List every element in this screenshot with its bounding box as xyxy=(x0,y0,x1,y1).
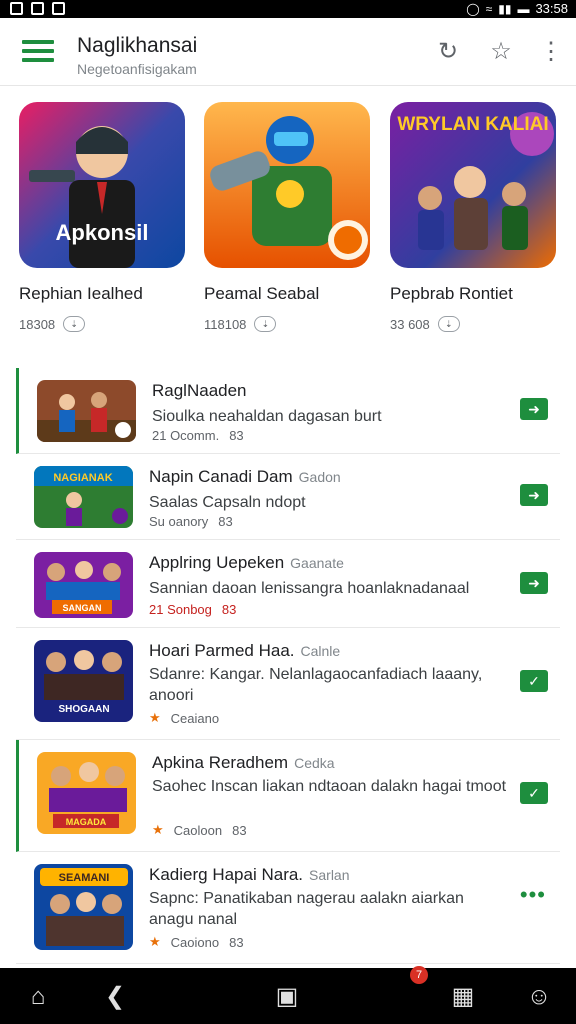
featured-image[interactable]: Apkonsil xyxy=(19,102,185,268)
svg-text:SANGAN: SANGAN xyxy=(62,603,101,613)
app-meta: ★ Caoloon 83 xyxy=(152,822,247,838)
install-arrow-button[interactable]: ➜ xyxy=(520,572,548,594)
app-thumbnail[interactable] xyxy=(37,380,136,442)
list-item[interactable]: SHOGAAN Hoari Parmed Haa. Calnle Sdanre: … xyxy=(16,628,560,740)
app-name: Apkina Reradhem Cedka xyxy=(152,753,335,772)
refresh-icon[interactable]: ↻ xyxy=(434,38,462,66)
app-meta: 21 Ocomm. 83 xyxy=(152,428,244,443)
svg-text:NAGIANAK: NAGIANAK xyxy=(53,472,112,484)
app-description: Sannian daoan lenissangra hoanlaknadanaa… xyxy=(149,580,470,597)
featured-meta: 118108 ⇣ xyxy=(204,316,372,332)
app-thumbnail[interactable]: SHOGAAN xyxy=(34,640,133,722)
app-description: Sdanre: Kangar. Nelanlagaocanfadiach laa… xyxy=(149,666,483,704)
list-item[interactable]: MAGADA Apkina Reradhem Cedka Saohec Insca… xyxy=(16,740,560,852)
app-thumbnail[interactable]: SANGAN xyxy=(34,552,133,618)
app-name: RaglNaaden xyxy=(152,381,247,400)
notification-badge: 7 xyxy=(410,966,428,984)
list-item[interactable]: SEAMANI Kadierg Hapai Nara. Sarlan Sapnc:… xyxy=(16,852,560,964)
app-name: Kadierg Hapai Nara. Sarlan xyxy=(149,865,350,884)
profile-icon[interactable]: ☺ xyxy=(524,982,554,1012)
notification-icon xyxy=(52,2,65,15)
page-title: Naglikhansai xyxy=(77,34,198,57)
app-meta: 21 Sonbog 83 xyxy=(149,602,237,617)
home-icon[interactable]: ⌂ xyxy=(23,982,53,1012)
app-thumbnail[interactable]: MAGADA xyxy=(37,752,136,834)
featured-title: Pepbrab Rontiet xyxy=(390,284,513,303)
download-icon[interactable]: ⇣ xyxy=(437,316,460,332)
more-dots-icon[interactable]: ••• xyxy=(520,882,546,908)
back-icon[interactable]: ❮ xyxy=(100,982,130,1012)
battery-icon: ▬ xyxy=(517,1,530,16)
wifi-icon: ≈ xyxy=(485,1,493,16)
featured-count: 18308 xyxy=(19,316,56,332)
star-icon: ★ xyxy=(149,710,161,725)
app-description: Sapnc: Panatikaban nagerau aalakn aiarka… xyxy=(149,890,464,928)
notification-icon xyxy=(10,2,23,15)
app-thumbnail[interactable]: SEAMANI xyxy=(34,864,133,950)
list-item[interactable]: RaglNaaden Sioulka neahaldan dagasan bur… xyxy=(16,368,560,454)
featured-card[interactable]: Peamal Seabal 118108 ⇣ xyxy=(204,102,372,332)
featured-title: Rephian Iealhed xyxy=(19,284,143,303)
app-name: Hoari Parmed Haa. Calnle xyxy=(149,641,341,660)
featured-image[interactable] xyxy=(204,102,370,268)
page-subtitle: Negetoanfisigakam xyxy=(77,61,197,77)
app-meta: ★ Ceaiano xyxy=(149,710,220,726)
download-icon[interactable]: ⇣ xyxy=(254,316,277,332)
star-icon: ★ xyxy=(152,822,164,837)
install-arrow-button[interactable]: ➜ xyxy=(520,398,548,420)
status-right: ◯ ≈ ▮▮ ▬ 33:58 xyxy=(466,1,568,16)
star-icon[interactable]: ☆ xyxy=(487,38,515,66)
menu-icon[interactable] xyxy=(22,40,54,64)
status-bar: ◯ ≈ ▮▮ ▬ 33:58 xyxy=(0,0,576,18)
alarm-icon: ◯ xyxy=(466,1,480,16)
featured-count: 118108 xyxy=(204,316,247,332)
app-description: Saohec Inscan liakan ndtaoan dalakn haga… xyxy=(152,778,507,795)
installed-check-button[interactable]: ✓ xyxy=(520,670,548,692)
app-meta: Su oanory 83 xyxy=(149,514,233,529)
featured-section: Apkonsil Rephian Iealhed 18308 ⇣ Peamal … xyxy=(0,86,576,354)
svg-text:SHOGAAN: SHOGAAN xyxy=(58,704,109,715)
download-icon[interactable]: ⇣ xyxy=(63,316,86,332)
app-name: Napin Canadi Dam Gadon xyxy=(149,467,341,486)
store-icon[interactable]: ▣ xyxy=(272,982,302,1012)
app-list: RaglNaaden Sioulka neahaldan dagasan bur… xyxy=(16,368,560,964)
app-description: Saalas Capsaln ndopt xyxy=(149,494,306,511)
list-item[interactable]: SANGAN Applring Uepeken Gaanate Sannian d… xyxy=(16,540,560,628)
installed-check-button[interactable]: ✓ xyxy=(520,782,548,804)
star-icon: ★ xyxy=(149,934,161,949)
status-time: 33:58 xyxy=(535,1,568,16)
featured-image[interactable]: WRYLAN KALIAI xyxy=(390,102,556,268)
app-meta: ★ Caoiono 83 xyxy=(149,934,244,950)
featured-meta: 18308 ⇣ xyxy=(19,316,187,332)
notification-icon xyxy=(31,2,44,15)
notification-icons xyxy=(10,2,65,15)
app-description: Sioulka neahaldan dagasan burt xyxy=(152,408,382,425)
svg-text:MAGADA: MAGADA xyxy=(66,817,107,827)
featured-meta: 33 608 ⇣ xyxy=(390,316,558,332)
install-arrow-button[interactable]: ➜ xyxy=(520,484,548,506)
featured-count: 33 608 xyxy=(390,316,430,332)
featured-card[interactable]: Apkonsil Rephian Iealhed 18308 ⇣ xyxy=(19,102,187,332)
svg-text:Apkonsil: Apkonsil xyxy=(56,220,149,245)
list-item[interactable]: NAGIANAK Napin Canadi Dam Gadon Saalas Ca… xyxy=(16,454,560,540)
more-vert-icon[interactable]: ⋮ xyxy=(537,38,565,66)
featured-image-text: WRYLAN KALIAI xyxy=(397,114,548,135)
gamepad-icon[interactable]: ▦ xyxy=(448,982,478,1012)
signal-icon: ▮▮ xyxy=(498,1,512,16)
featured-title: Peamal Seabal xyxy=(204,284,320,303)
svg-text:SEAMANI: SEAMANI xyxy=(59,872,110,884)
app-bar: Naglikhansai Negetoanfisigakam ↻ ☆ ⋮ xyxy=(0,18,576,86)
featured-card[interactable]: WRYLAN KALIAI Pepbrab Rontiet 33 608 ⇣ xyxy=(390,102,558,332)
bottom-nav: ⌂ ❮ ▣ ▦ 7 ☺ xyxy=(0,966,576,1024)
app-thumbnail[interactable]: NAGIANAK xyxy=(34,466,133,528)
app-name: Applring Uepeken Gaanate xyxy=(149,553,344,572)
